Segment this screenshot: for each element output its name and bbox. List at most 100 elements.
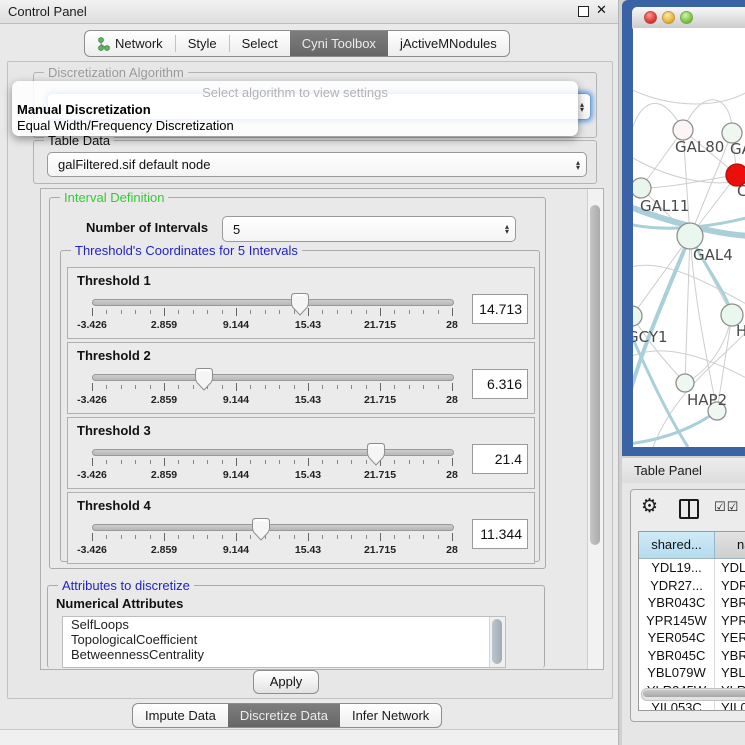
- table-row: YDR27...YDR2: [639, 577, 745, 595]
- list-scrollbar[interactable]: [489, 617, 505, 667]
- slider-tick-label: 2.859: [151, 469, 177, 481]
- numerical-attributes-list[interactable]: SelfLoops TopologicalCoefficient Between…: [62, 616, 506, 668]
- list-item[interactable]: BetweennessCentrality: [63, 647, 505, 662]
- table-panel-container: ⚙ ☑☑ shared... na YDL19...YDL1 YDR27...Y…: [630, 489, 745, 722]
- threshold-panel-1: Threshold 1 -3.4262.8599.14415.4321.7152…: [67, 267, 535, 339]
- slider-tick-label: -3.426: [77, 469, 107, 481]
- control-panel-titlebar: Control Panel ✕: [0, 0, 618, 24]
- slider-tick-label: 9.144: [223, 469, 249, 481]
- bottom-tabbar: Impute Data Discretize Data Infer Networ…: [132, 703, 442, 728]
- interval-definition-title: Interval Definition: [60, 190, 168, 205]
- list-item[interactable]: TopologicalCoefficient: [63, 632, 505, 647]
- table-panel-title: Table Panel: [634, 463, 702, 478]
- network-node-gcy1[interactable]: [633, 306, 642, 326]
- threshold-1-value-input[interactable]: [472, 294, 528, 324]
- combo-arrows-icon: ▴▾: [570, 160, 586, 170]
- slider-track[interactable]: [92, 374, 454, 381]
- slider-track[interactable]: [92, 524, 454, 531]
- combo-arrows-icon: ▴▾: [499, 224, 515, 234]
- tab-jactivemnodules[interactable]: jActiveMNodules: [388, 31, 509, 56]
- slider-tick-label: 9.144: [223, 394, 249, 406]
- dropdown-option-manual[interactable]: Manual Discretization: [17, 102, 151, 117]
- table-data-combobox[interactable]: galFiltered.sif default node ▴▾: [47, 152, 587, 177]
- tab-cyni-toolbox[interactable]: Cyni Toolbox: [290, 31, 388, 56]
- network-canvas[interactable]: GAL80 GA C GAL11 GAL4 GCY1 H HAP2: [633, 28, 745, 447]
- tab-select[interactable]: Select: [230, 31, 290, 56]
- slider-thumb[interactable]: [290, 292, 310, 316]
- slider-tick-label: 9.144: [223, 544, 249, 556]
- threshold-3-value-input[interactable]: [472, 444, 528, 474]
- threshold-3-slider[interactable]: -3.4262.8599.14415.4321.71528: [92, 442, 452, 484]
- slider-tick-label: -3.426: [77, 394, 107, 406]
- network-node-gal80[interactable]: [673, 120, 693, 140]
- network-node-hap2[interactable]: [676, 374, 694, 392]
- table-row: YER054CYER0: [639, 629, 745, 647]
- threshold-4-slider[interactable]: -3.4262.8599.14415.4321.71528: [92, 517, 452, 559]
- column-header-shared[interactable]: shared...: [639, 532, 715, 558]
- slider-tick-label: 15.43: [295, 394, 321, 406]
- table-horizontal-scrollbar[interactable]: [641, 688, 745, 701]
- slider-tick-label: 21.715: [364, 544, 396, 556]
- control-panel: Control Panel ✕ Network Style Select Cyn…: [0, 0, 619, 745]
- slider-track[interactable]: [92, 299, 454, 306]
- bottom-strip: [0, 729, 618, 745]
- thresholds-group: Threshold's Coordinates for 5 Intervals …: [60, 250, 540, 562]
- slider-track[interactable]: [92, 449, 454, 456]
- slider-thumb[interactable]: [366, 442, 386, 466]
- table-row: YBL079WYBL0: [639, 664, 745, 682]
- table-row: YDL19...YDL1: [639, 559, 745, 577]
- threshold-panel-2: Threshold 2 -3.4262.8599.14415.4321.7152…: [67, 342, 535, 414]
- node-table[interactable]: shared... na YDL19...YDL1 YDR27...YDR2 Y…: [638, 531, 745, 711]
- slider-thumb[interactable]: [194, 367, 214, 391]
- gear-icon[interactable]: ⚙: [641, 495, 658, 518]
- number-of-intervals-combobox[interactable]: 5 ▴▾: [222, 216, 516, 242]
- number-of-intervals-label: Number of Intervals: [86, 220, 208, 235]
- tab-impute-data[interactable]: Impute Data: [133, 704, 228, 727]
- minimize-traffic-light-icon[interactable]: [662, 11, 675, 24]
- apply-button[interactable]: Apply: [253, 670, 319, 694]
- close-icon[interactable]: ✕: [596, 2, 607, 18]
- zoom-traffic-light-icon[interactable]: [680, 11, 693, 24]
- network-view-window: GAL80 GA C GAL11 GAL4 GCY1 H HAP2: [622, 0, 745, 456]
- network-node-gal11[interactable]: [633, 178, 651, 198]
- dropdown-option-equal-width[interactable]: Equal Width/Frequency Discretization: [17, 118, 234, 133]
- threshold-1-slider[interactable]: -3.4262.8599.14415.4321.71528: [92, 292, 452, 334]
- tab-network[interactable]: Network: [85, 31, 175, 56]
- float-window-icon[interactable]: [578, 6, 589, 17]
- node-label-gal80: GAL80: [675, 138, 724, 156]
- slider-tick-label: 28: [446, 469, 458, 481]
- threshold-4-value-input[interactable]: [472, 519, 528, 549]
- slider-tick-label: 15.43: [295, 319, 321, 331]
- split-columns-icon[interactable]: [679, 499, 699, 519]
- checkbox-icons[interactable]: ☑☑: [714, 499, 739, 515]
- discretization-algorithm-title: Discretization Algorithm: [44, 65, 188, 80]
- table-data-group: Table Data galFiltered.sif default node …: [33, 140, 597, 184]
- network-window-titlebar: [632, 7, 745, 29]
- panel-scrollbar[interactable]: [587, 189, 603, 669]
- slider-tick-label: -3.426: [77, 319, 107, 331]
- threshold-2-value-input[interactable]: [472, 369, 528, 399]
- table-panel-titlebar: Table Panel: [622, 458, 745, 484]
- table-row: YBR043CYBR0: [639, 594, 745, 612]
- slider-tick-label: 15.43: [295, 544, 321, 556]
- slider-thumb[interactable]: [251, 517, 271, 541]
- table-row: YBR045CYBR0: [639, 647, 745, 665]
- attributes-group: Attributes to discretize Numerical Attri…: [47, 585, 545, 668]
- close-traffic-light-icon[interactable]: [644, 11, 657, 24]
- node-label-gcy1: GCY1: [633, 328, 668, 346]
- tab-style[interactable]: Style: [176, 31, 229, 56]
- slider-tick-label: 21.715: [364, 319, 396, 331]
- tab-discretize-data[interactable]: Discretize Data: [228, 704, 340, 727]
- list-item[interactable]: SelfLoops: [63, 617, 505, 632]
- control-panel-tabbar: Network Style Select Cyni Toolbox jActiv…: [84, 30, 510, 57]
- interval-definition-group: Interval Definition Number of Intervals …: [49, 197, 546, 569]
- numerical-attributes-label: Numerical Attributes: [56, 596, 183, 611]
- slider-tick-label: 2.859: [151, 394, 177, 406]
- tab-infer-network[interactable]: Infer Network: [340, 704, 441, 727]
- threshold-2-slider[interactable]: -3.4262.8599.14415.4321.71528: [92, 367, 452, 409]
- algorithm-dropdown-popup: Select algorithm to view settings Manual…: [12, 81, 578, 136]
- threshold-panel-3: Threshold 3 -3.4262.8599.14415.4321.7152…: [67, 417, 535, 489]
- column-header-name[interactable]: na: [715, 532, 745, 558]
- table-toolbar: ⚙ ☑☑: [631, 490, 745, 528]
- slider-tick-label: 21.715: [364, 469, 396, 481]
